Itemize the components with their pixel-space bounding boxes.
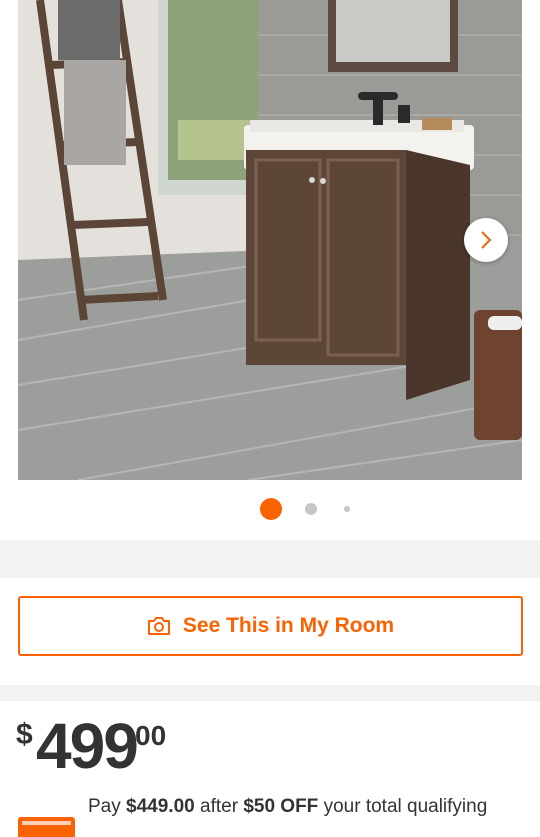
section-divider [0, 685, 540, 701]
price-currency: $ [16, 718, 33, 751]
see-in-room-button[interactable]: See This in My Room [18, 596, 523, 656]
promo-message: Pay $449.00 after $50 OFF your total qua… [88, 796, 488, 817]
product-photo [18, 0, 522, 480]
price-cents: 00 [135, 720, 167, 751]
see-in-room-label: See This in My Room [182, 614, 395, 637]
credit-card-icon [18, 817, 75, 837]
section-divider [0, 540, 540, 578]
carousel-dots [0, 498, 540, 520]
product-gallery [0, 0, 540, 540]
carousel-dot[interactable] [305, 503, 317, 515]
promo-price: $449.00 [126, 796, 195, 817]
carousel-dot-active[interactable] [260, 498, 282, 520]
price-dollars: 499 [36, 710, 139, 782]
carousel-dot[interactable] [344, 506, 350, 512]
camera-icon [147, 615, 171, 637]
next-image-button[interactable] [464, 218, 508, 262]
chevron-right-icon [481, 231, 492, 249]
promo-discount: $50 OFF [243, 796, 319, 817]
product-image[interactable] [18, 0, 522, 480]
